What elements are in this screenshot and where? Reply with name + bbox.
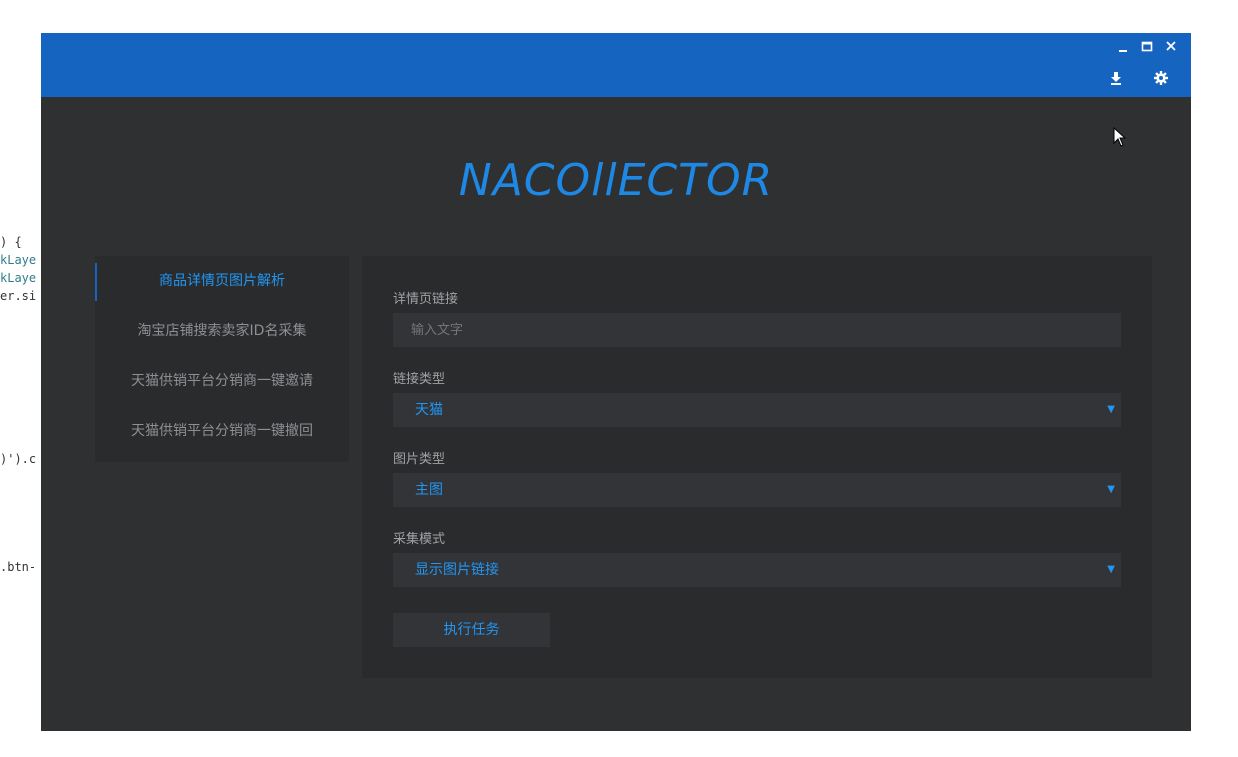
detail-link-input[interactable]	[393, 313, 1121, 347]
app-logo: NACOllECTOR	[458, 155, 774, 206]
title-bar	[41, 33, 1191, 97]
mouse-cursor-icon	[1113, 126, 1127, 147]
chevron-down-icon: ▼	[1107, 404, 1115, 415]
link-label: 详情页链接	[393, 292, 459, 307]
download-icon[interactable]	[1106, 68, 1126, 88]
sidebar-item-image-parse[interactable]: 商品详情页图片解析	[95, 256, 349, 306]
image-type-label: 图片类型	[393, 452, 446, 467]
collect-mode-label: 采集模式	[393, 532, 446, 547]
sidebar-item-seller-id-collect[interactable]: 淘宝店铺搜索卖家ID名采集	[95, 306, 349, 356]
minimize-icon[interactable]	[1114, 38, 1132, 54]
collect-mode-select[interactable]: 显示图片链接 ▼	[393, 553, 1121, 587]
chevron-down-icon: ▼	[1107, 484, 1115, 495]
sidebar-nav: 商品详情页图片解析 淘宝店铺搜索卖家ID名采集 天猫供销平台分销商一键邀请 天猫…	[95, 256, 349, 462]
image-type-value: 主图	[415, 482, 443, 498]
sidebar-item-distributor-revoke[interactable]: 天猫供销平台分销商一键撤回	[95, 406, 349, 456]
code-line: ) {	[0, 235, 22, 249]
code-line: .btn-	[0, 560, 37, 574]
collect-mode-value: 显示图片链接	[415, 562, 499, 578]
code-line: kLaye	[0, 253, 37, 267]
link-type-select[interactable]: 天猫 ▼	[393, 393, 1121, 427]
close-icon[interactable]	[1162, 38, 1180, 54]
form-panel: 详情页链接 链接类型 天猫 ▼ 图片类型 主图 ▼ 采集模式 显示图片链接 ▼ …	[362, 256, 1152, 678]
background-code-editor: ) { kLaye kLaye er.si )').c .btn-	[0, 233, 41, 593]
chevron-down-icon: ▼	[1107, 564, 1115, 575]
app-window: NACOllECTOR 商品详情页图片解析 淘宝店铺搜索卖家ID名采集 天猫供销…	[41, 33, 1191, 731]
code-line: )').c	[0, 452, 37, 466]
run-task-button[interactable]: 执行任务	[393, 613, 550, 647]
link-type-label: 链接类型	[393, 372, 446, 387]
code-line: kLaye	[0, 271, 37, 285]
link-field-box	[393, 313, 1121, 347]
code-line: er.si	[0, 289, 37, 303]
gear-icon[interactable]	[1151, 68, 1171, 88]
sidebar-item-distributor-invite[interactable]: 天猫供销平台分销商一键邀请	[95, 356, 349, 406]
link-type-value: 天猫	[415, 402, 443, 418]
maximize-icon[interactable]	[1138, 38, 1156, 54]
image-type-select[interactable]: 主图 ▼	[393, 473, 1121, 507]
